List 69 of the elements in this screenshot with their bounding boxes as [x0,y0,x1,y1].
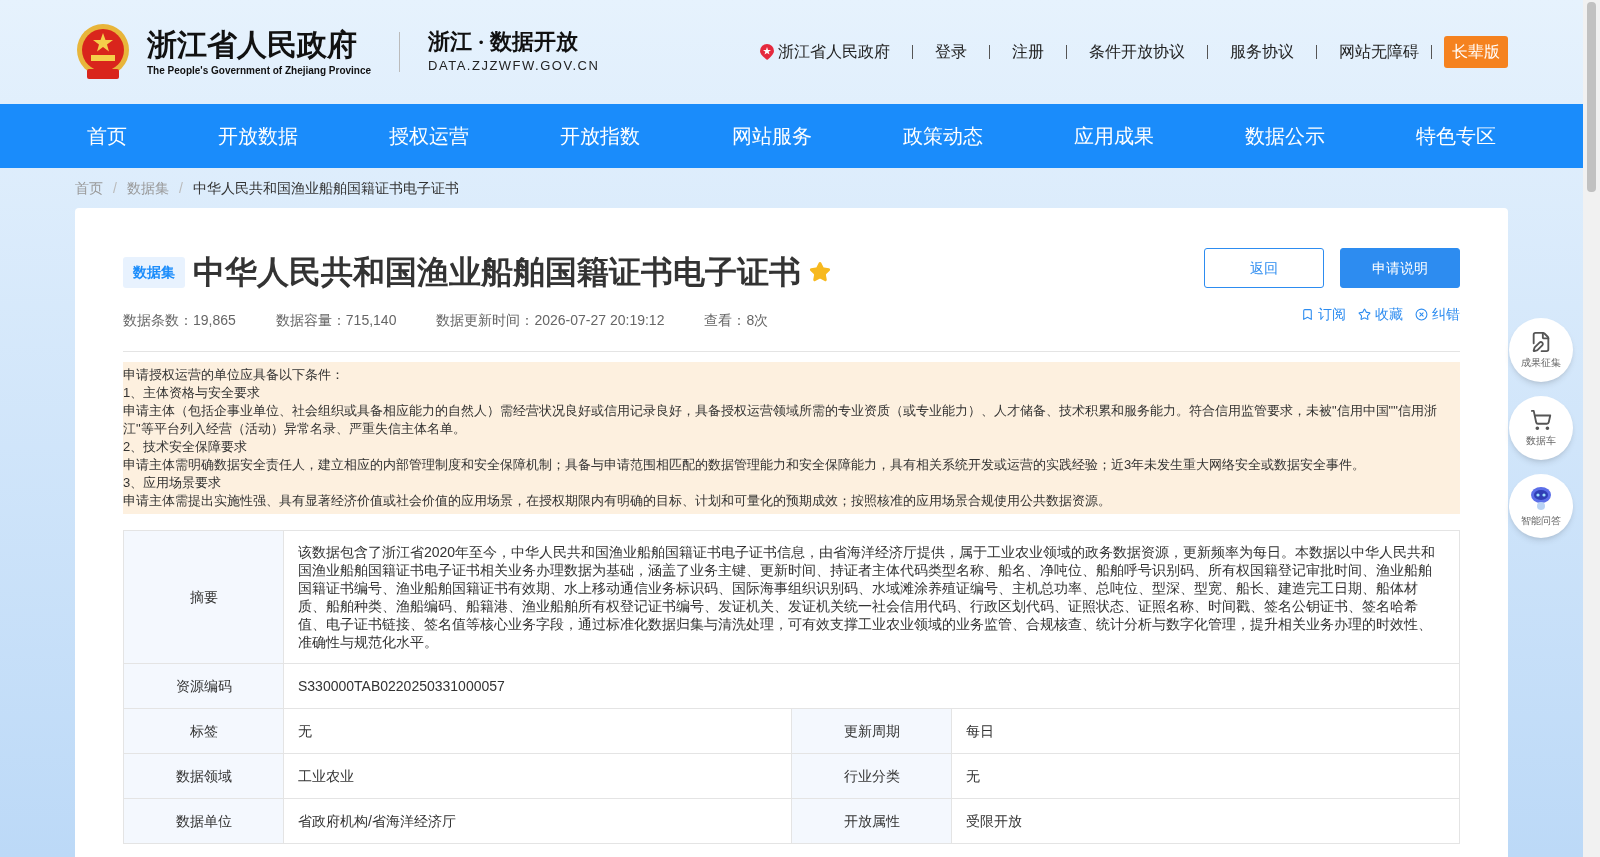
back-button[interactable]: 返回 [1204,248,1324,288]
notice-text: 申请授权运营的单位应具备以下条件： [123,366,345,384]
field-label: 行业分类 [792,754,952,798]
portal-title: 浙江 · 数据开放 [428,28,580,57]
portal-domain: DATA.ZJZWFW.GOV.CN [428,57,600,76]
apply-button[interactable]: 申请说明 [1340,248,1460,288]
meta-text: 数据容量：715,140 [275,311,397,330]
notice-text: 申请主体需明确数据安全责任人，建立相应的内部管理制度和安全保障机制；具备与申请范围相匹配的数据管理能力和安全保障能力，具有相关系统开发或运营的实践经验；近3年未发生重大网络安全或数据安全事件。 [123,456,1367,474]
header-link[interactable]: 网站无障碍 [1339,40,1419,64]
dataset-tag: 数据集 [123,256,185,288]
field-value: S330000TAB0220250331000057 [284,664,1460,708]
action-link[interactable]: 纠错 [1415,304,1460,325]
star-icon [809,261,831,283]
notice-text: 2、技术安全保障要求 [123,438,249,456]
field-value: 该数据包含了浙江省2020年至今，中华人民共和国渔业船舶国籍证书电子证书信息，由省海洋经济厅提供，属于工业农业领域的政务数据资源，更新频率为每日。本数据以中华人民共和国渔业船舶国籍证书电子证书相关业务办理数据为基础，涵盖了业务主键、更新时间、持证者主体代码类型名称、船名、净吨位、船舶呼号识别码、所有权国籍登记审批时间、渔业船舶国籍证书编号、渔业船舶国籍证书有效期、水上移动通信业务标识码、国际海事组织识别码、水域滩涂养殖证编号、主机总功率、总吨位、型深、型宽、船长、建造完工日期、船体材质、船舶种类、渔船编码、船籍港、渔业船舶所有权登记证书编号、发证机关、发证机关统一社会信用代码、行政区划代码、证照状态、证照名称、时间戳、签名公钥证书、签名哈希值、电子证书链接、签名值等核心业务字段，通过标准化数据归集与清洗处理，可有效支撑工业农业领域的业务监管、合规核查、统计分析与数字化管理，提升相关业务办理的时效性、准确性与规范化水平。 [284,531,1460,663]
header-link[interactable]: 浙江省人民政府 [760,40,890,64]
meta-text: 数据条数：19,865 [123,311,236,330]
field-label: 数据领域 [124,754,284,798]
breadcrumb-separator: / [178,178,183,198]
nav-item[interactable]: 政策动态 [890,121,995,151]
notice-text: 申请主体（包括企事业单位、社会组织或具备相应能力的自然人）需经营状况良好或信用记录良好，具备授权运营领域所需的专业资质（或专业能力）、人才储备、技术积累和服务能力。符合信用监管要求，未被"信用中国""信用浙江"等平台列入经营（活动）异常名录、严重失信主体名单。 [123,402,1438,438]
meta-text: 查看：8次 [704,311,769,330]
floating-shortcut-button[interactable]: 成果征集 [1509,318,1573,382]
field-label: 资源编码 [124,664,284,708]
site-title: 浙江省人民政府 [147,26,358,63]
header-link[interactable]: 服务协议 [1230,40,1294,64]
nav-item[interactable]: 首页 [75,121,139,151]
action-link[interactable]: 订阅 [1301,304,1346,325]
breadcrumb-link[interactable]: 首页 [75,177,103,199]
field-label: 标签 [124,709,284,753]
field-value: 无 [952,754,1460,798]
nav-item[interactable]: 开放数据 [206,121,311,151]
notice-text: 申请主体需提出实施性强、具有显著经济价值或社会价值的应用场景，在授权期限内有明确的目标、计划和可量化的预期成效；按照核准的应用场景合规使用公共数据资源。 [123,492,1112,510]
meta-text: 数据更新时间：2026-07-27 20:19:12 [436,311,665,330]
nav-item[interactable]: 开放指数 [548,121,653,151]
floating-shortcut-button[interactable]: 数据车 [1509,396,1573,460]
nav-item[interactable]: 数据公示 [1232,121,1337,151]
edit-document-icon [1530,330,1552,353]
floating-shortcut-button[interactable]: 智能问答 [1509,474,1573,538]
notice-text: 3、应用场景要求 [123,474,223,492]
cart-icon [1530,408,1552,431]
nav-item[interactable]: 授权运营 [377,121,482,151]
dataset-title: 中华人民共和国渔业船舶国籍证书电子证书 [193,253,801,292]
emblem-icon [75,23,131,81]
header-link[interactable]: 条件开放协议 [1089,40,1185,64]
bookmark-icon [1301,308,1314,321]
field-label: 数据单位 [124,799,284,843]
field-value: 受限开放 [952,799,1460,843]
notice-text: 1、主体资格与安全要求 [123,384,262,402]
star-icon [1358,308,1371,321]
breadcrumb-separator: / [113,178,117,198]
elder-mode-button[interactable]: 长辈版 [1444,36,1508,68]
breadcrumb-current-page: 中华人民共和国渔业船舶国籍证书电子证书 [192,178,459,198]
field-label: 开放属性 [792,799,952,843]
location-pin-icon [760,44,774,60]
action-link[interactable]: 收藏 [1358,304,1403,325]
circle-x-icon [1415,308,1428,321]
nav-item[interactable]: 应用成果 [1061,121,1166,151]
breadcrumb-link[interactable]: 数据集 [126,177,169,199]
nav-item[interactable]: 特色专区 [1404,121,1508,151]
header-link[interactable]: 注册 [1012,40,1044,64]
field-label: 摘要 [124,531,284,663]
header-link[interactable]: 登录 [935,40,967,64]
field-value: 每日 [952,709,1460,753]
robot-icon [1528,484,1554,511]
scrollbar[interactable] [1583,0,1600,857]
nav-item[interactable]: 网站服务 [719,121,824,151]
site-subtitle: The People's Government of Zhejiang Province [147,63,372,78]
field-label: 更新周期 [792,709,952,753]
